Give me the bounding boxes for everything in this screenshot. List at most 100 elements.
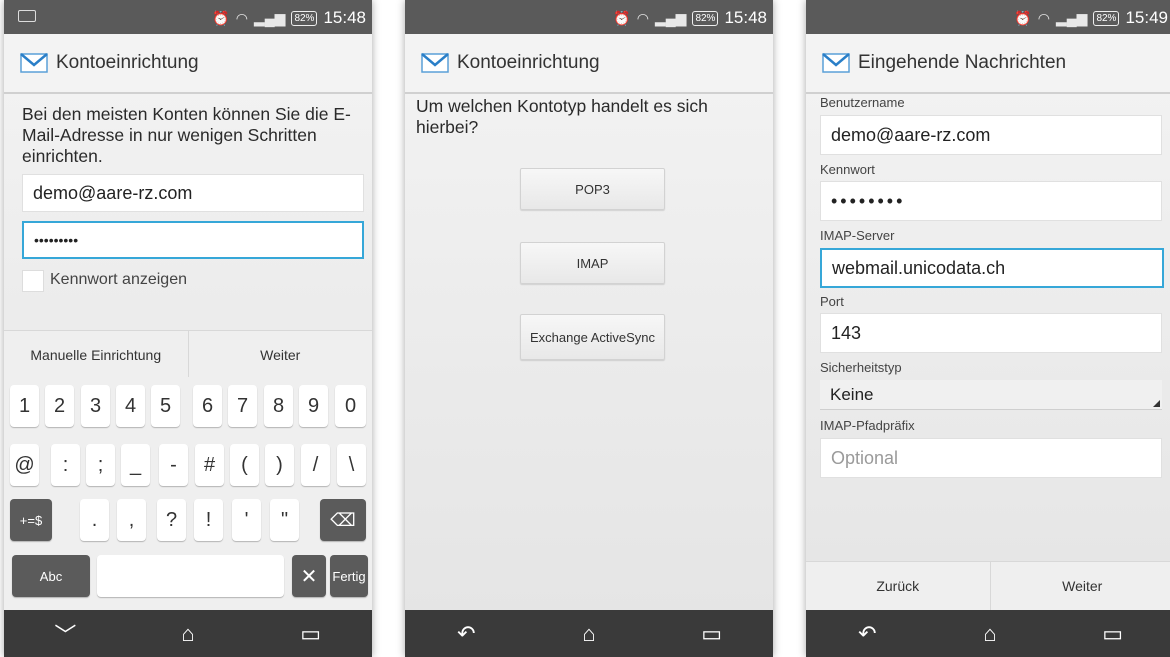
hide-keyboard-icon[interactable]: ﹀ bbox=[35, 618, 95, 650]
show-password-checkbox[interactable] bbox=[22, 270, 44, 292]
page-title: Eingehende Nachrichten bbox=[858, 52, 1067, 73]
pop3-button[interactable]: POP3 bbox=[520, 168, 665, 210]
key[interactable]: 9 bbox=[299, 385, 328, 427]
next-button[interactable]: Weiter bbox=[989, 562, 1170, 610]
action-bar: Eingehende Nachrichten bbox=[806, 34, 1170, 94]
battery-icon: 82% bbox=[692, 10, 719, 26]
key[interactable]: ' bbox=[232, 499, 261, 541]
key[interactable]: , bbox=[117, 499, 146, 541]
key[interactable]: _ bbox=[121, 444, 150, 486]
port-field[interactable]: 143 bbox=[820, 313, 1162, 353]
key[interactable]: / bbox=[301, 444, 330, 486]
signal-icon: ▂▄▆ bbox=[1055, 9, 1088, 26]
question-text: Um welchen Kontotyp handelt es sich hier… bbox=[416, 96, 708, 137]
prefix-label: IMAP-Pfadpräfix bbox=[820, 418, 915, 433]
exchange-activesync-button[interactable]: Exchange ActiveSync bbox=[520, 314, 665, 360]
wifi-icon: ◠ bbox=[235, 9, 248, 26]
wifi-icon: ◠ bbox=[1037, 9, 1050, 26]
home-icon[interactable]: ⌂ bbox=[960, 621, 1020, 647]
nav-bar: ↶ ⌂ ▭ bbox=[806, 610, 1170, 657]
alarm-icon: ⏰ bbox=[1014, 9, 1032, 26]
status-bar: ⏰ ◠ ▂▄▆ 82% 15:49 bbox=[806, 0, 1170, 34]
key[interactable]: ( bbox=[230, 444, 259, 486]
back-icon[interactable]: ↶ bbox=[837, 621, 897, 647]
key[interactable]: 7 bbox=[228, 385, 257, 427]
server-value: webmail.unicodata.ch bbox=[832, 257, 1006, 278]
status-time: 15:49 bbox=[1125, 8, 1168, 27]
status-bar: ⏰ ◠ ▂▄▆ 82% 15:48 bbox=[405, 0, 773, 34]
key[interactable]: ; bbox=[86, 444, 115, 486]
show-password-label: Kennwort anzeigen bbox=[50, 271, 187, 288]
mail-icon bbox=[822, 53, 850, 73]
home-icon[interactable]: ⌂ bbox=[158, 621, 218, 647]
prefix-placeholder: Optional bbox=[831, 447, 899, 468]
key[interactable]: ? bbox=[157, 499, 186, 541]
screen-incoming-settings: ⏰ ◠ ▂▄▆ 82% 15:49 Eingehende Nachrichten… bbox=[806, 0, 1170, 657]
action-bar: Kontoeinrichtung bbox=[4, 34, 372, 94]
page-title: Kontoeinrichtung bbox=[56, 52, 199, 73]
email-field[interactable]: demo@aare-rz.com bbox=[22, 174, 364, 212]
signal-icon: ▂▄▆ bbox=[253, 9, 286, 26]
tools-key[interactable]: ✕ bbox=[292, 555, 326, 597]
keyboard-status-icon bbox=[18, 10, 36, 22]
key[interactable]: ! bbox=[194, 499, 223, 541]
key[interactable]: # bbox=[195, 444, 224, 486]
security-value: Keine bbox=[830, 384, 874, 404]
action-bar: Kontoeinrichtung bbox=[405, 34, 773, 94]
key[interactable]: 1 bbox=[10, 385, 39, 427]
password-field[interactable]: •••••••• bbox=[820, 181, 1162, 221]
key[interactable]: @ bbox=[10, 444, 39, 486]
backspace-key[interactable]: ⌫ bbox=[320, 499, 366, 541]
imap-server-field[interactable]: webmail.unicodata.ch bbox=[820, 248, 1164, 288]
screen-account-setup: ⏰ ◠ ▂▄▆ 82% 15:48 Kontoeinrichtung Bei d… bbox=[4, 0, 372, 657]
dropdown-arrow-icon bbox=[1153, 400, 1160, 407]
key[interactable]: - bbox=[159, 444, 188, 486]
status-time: 15:48 bbox=[323, 8, 366, 27]
signal-icon: ▂▄▆ bbox=[654, 9, 687, 26]
intro-text: Bei den meisten Konten können Sie die E-… bbox=[22, 104, 351, 166]
key[interactable]: \ bbox=[337, 444, 366, 486]
next-button[interactable]: Weiter bbox=[187, 331, 373, 379]
wifi-icon: ◠ bbox=[636, 9, 649, 26]
alarm-icon: ⏰ bbox=[212, 9, 230, 26]
alarm-icon: ⏰ bbox=[613, 9, 631, 26]
imap-button[interactable]: IMAP bbox=[520, 242, 665, 284]
key[interactable]: ) bbox=[265, 444, 294, 486]
key[interactable]: " bbox=[270, 499, 299, 541]
key[interactable]: 8 bbox=[264, 385, 293, 427]
recents-icon[interactable]: ▭ bbox=[281, 621, 341, 647]
manual-setup-button[interactable]: Manuelle Einrichtung bbox=[4, 331, 188, 379]
mail-icon bbox=[20, 53, 48, 73]
key[interactable]: 5 bbox=[151, 385, 180, 427]
security-type-select[interactable]: Keine bbox=[820, 380, 1162, 410]
recents-icon[interactable]: ▭ bbox=[682, 621, 742, 647]
back-icon[interactable]: ↶ bbox=[436, 621, 496, 647]
key[interactable]: 2 bbox=[45, 385, 74, 427]
key[interactable]: 6 bbox=[193, 385, 222, 427]
key[interactable]: . bbox=[80, 499, 109, 541]
space-key[interactable] bbox=[97, 555, 284, 597]
mail-icon bbox=[421, 53, 449, 73]
password-field[interactable]: ••••••••• bbox=[22, 221, 364, 259]
button-bar: Manuelle Einrichtung Weiter bbox=[4, 330, 372, 379]
key[interactable]: : bbox=[51, 444, 80, 486]
done-key[interactable]: Fertig bbox=[330, 555, 368, 597]
abc-key[interactable]: Abc bbox=[12, 555, 90, 597]
key[interactable]: 4 bbox=[116, 385, 145, 427]
port-value: 143 bbox=[831, 322, 862, 343]
username-field[interactable]: demo@aare-rz.com bbox=[820, 115, 1162, 155]
keyboard: 1 2 3 4 5 6 7 8 9 0 @ : ; _ - # ( ) / \ … bbox=[4, 377, 372, 610]
symbols-key[interactable]: +=$ bbox=[10, 499, 52, 541]
imap-prefix-field[interactable]: Optional bbox=[820, 438, 1162, 478]
recents-icon[interactable]: ▭ bbox=[1083, 621, 1143, 647]
port-label: Port bbox=[820, 294, 844, 309]
key[interactable]: 0 bbox=[335, 385, 366, 427]
battery-icon: 82% bbox=[291, 10, 318, 26]
status-time: 15:48 bbox=[724, 8, 767, 27]
back-button[interactable]: Zurück bbox=[806, 562, 990, 610]
email-value: demo@aare-rz.com bbox=[33, 182, 193, 203]
home-icon[interactable]: ⌂ bbox=[559, 621, 619, 647]
key[interactable]: 3 bbox=[81, 385, 110, 427]
nav-bar: ↶ ⌂ ▭ bbox=[405, 610, 773, 657]
battery-icon: 82% bbox=[1093, 10, 1120, 26]
